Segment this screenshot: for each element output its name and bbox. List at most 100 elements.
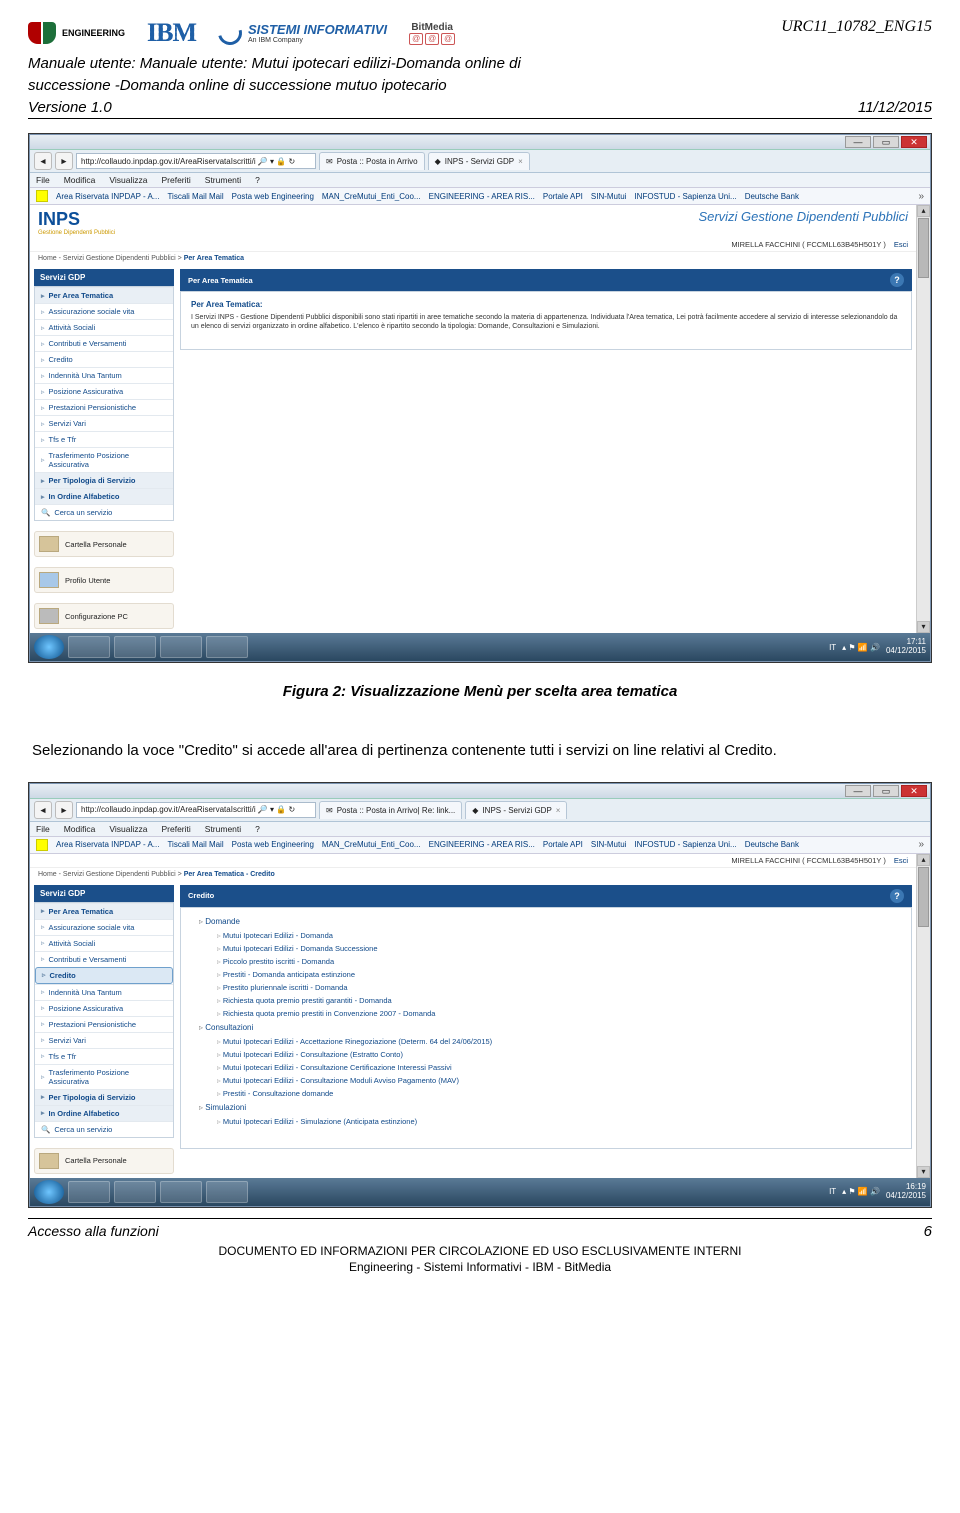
sidebar-item-tipologia[interactable]: ▸Per Tipologia di Servizio: [35, 472, 173, 488]
bookmark-link[interactable]: Area Riservata INPDAP - A...: [56, 840, 159, 849]
browser-tab[interactable]: ✉Posta :: Posta in Arrivo: [319, 152, 425, 170]
bookmark-link[interactable]: MAN_CreMutui_Enti_Coo...: [322, 840, 421, 849]
scroll-thumb[interactable]: [918, 867, 929, 927]
bookmark-link[interactable]: INFOSTUD - Sapienza Uni...: [634, 192, 736, 201]
menu-file[interactable]: File: [36, 824, 50, 834]
sidebar-item[interactable]: ▹Trasferimento Posizione Assicurativa: [35, 447, 173, 472]
tree-service-link[interactable]: Prestito pluriennale iscritti - Domanda: [199, 981, 901, 994]
scroll-thumb[interactable]: [918, 218, 929, 278]
tree-service-link[interactable]: Mutui Ipotecari Edilizi - Accettazione R…: [199, 1035, 901, 1048]
sidebar-item[interactable]: ▹Contributi e Versamenti: [35, 335, 173, 351]
taskbar-app[interactable]: [114, 636, 156, 658]
sidebar-item-area-tematica[interactable]: ▸Per Area Tematica: [35, 287, 173, 303]
tree-service-link[interactable]: Prestiti - Domanda anticipata estinzione: [199, 968, 901, 981]
sidebar-item[interactable]: ▹Attività Sociali: [35, 935, 173, 951]
taskbar-lang[interactable]: IT: [829, 1187, 836, 1196]
menu-preferiti[interactable]: Preferiti: [161, 824, 190, 834]
tree-service-link[interactable]: Mutui Ipotecari Edilizi - Domanda: [199, 929, 901, 942]
sidebar-item-credito[interactable]: ▹Credito: [35, 967, 173, 984]
tree-service-link[interactable]: Mutui Ipotecari Edilizi - Consultazione …: [199, 1074, 901, 1087]
tree-service-link[interactable]: Mutui Ipotecari Edilizi - Domanda Succes…: [199, 942, 901, 955]
menu-modifica[interactable]: Modifica: [64, 175, 96, 185]
menu-file[interactable]: File: [36, 175, 50, 185]
bookmarks-overflow-icon[interactable]: »: [918, 191, 924, 202]
minimize-button[interactable]: —: [845, 136, 871, 148]
tree-service-link[interactable]: Mutui Ipotecari Edilizi - Simulazione (A…: [199, 1115, 901, 1128]
logout-link[interactable]: Esci: [894, 856, 908, 865]
sidebar-item[interactable]: ▹Indennità Una Tantum: [35, 984, 173, 1000]
back-button[interactable]: ◄: [34, 152, 52, 170]
sidebar-search[interactable]: 🔍Cerca un servizio: [35, 504, 173, 520]
close-button[interactable]: ✕: [901, 136, 927, 148]
menu-visualizza[interactable]: Visualizza: [109, 824, 147, 834]
taskbar-app[interactable]: [114, 1181, 156, 1203]
taskbar-lang[interactable]: IT: [829, 643, 836, 652]
minimize-button[interactable]: —: [845, 785, 871, 797]
bookmark-link[interactable]: ENGINEERING - AREA RIS...: [429, 840, 535, 849]
browser-tab[interactable]: ✉Posta :: Posta in Arrivo| Re: link...: [319, 801, 462, 819]
scroll-down-icon[interactable]: ▾: [917, 621, 930, 633]
tree-service-link[interactable]: Prestiti - Consultazione domande: [199, 1087, 901, 1100]
tree-service-link[interactable]: Mutui Ipotecari Edilizi - Consultazione …: [199, 1061, 901, 1074]
vertical-scrollbar[interactable]: ▴ ▾: [916, 854, 930, 1178]
tree-category[interactable]: Domande: [199, 914, 901, 929]
sidebar-search[interactable]: 🔍Cerca un servizio: [35, 1121, 173, 1137]
bookmark-link[interactable]: Posta web Engineering: [232, 840, 314, 849]
taskbar-flag-icon[interactable]: ▴ ⚑ 📶 🔊: [842, 1187, 880, 1196]
start-button[interactable]: [34, 1180, 64, 1204]
help-icon[interactable]: ?: [890, 273, 904, 287]
bookmark-link[interactable]: Posta web Engineering: [232, 192, 314, 201]
forward-button[interactable]: ►: [55, 152, 73, 170]
menu-help[interactable]: ?: [255, 824, 260, 834]
bookmark-link[interactable]: ENGINEERING - AREA RIS...: [429, 192, 535, 201]
tree-category[interactable]: Simulazioni: [199, 1100, 901, 1115]
scroll-up-icon[interactable]: ▴: [917, 854, 930, 866]
sidebar-item-alfabetico[interactable]: ▸In Ordine Alfabetico: [35, 1105, 173, 1121]
tree-service-link[interactable]: Richiesta quota premio prestiti in Conve…: [199, 1007, 901, 1020]
tab-close-icon[interactable]: ×: [556, 806, 561, 815]
scroll-down-icon[interactable]: ▾: [917, 1166, 930, 1178]
taskbar-app[interactable]: [160, 636, 202, 658]
taskbar-app[interactable]: [206, 1181, 248, 1203]
vertical-scrollbar[interactable]: ▴ ▾: [916, 205, 930, 633]
sidebar-item[interactable]: ▹Tfs e Tfr: [35, 1048, 173, 1064]
tree-category[interactable]: Consultazioni: [199, 1020, 901, 1035]
sidebar-profilo[interactable]: Profilo Utente: [34, 567, 174, 593]
bookmark-link[interactable]: Deutsche Bank: [745, 840, 799, 849]
taskbar-app[interactable]: [68, 636, 110, 658]
scroll-up-icon[interactable]: ▴: [917, 205, 930, 217]
sidebar-item[interactable]: ▹Servizi Vari: [35, 415, 173, 431]
sidebar-item[interactable]: ▹Prestazioni Pensionistiche: [35, 399, 173, 415]
menu-visualizza[interactable]: Visualizza: [109, 175, 147, 185]
menu-preferiti[interactable]: Preferiti: [161, 175, 190, 185]
help-icon[interactable]: ?: [890, 889, 904, 903]
sidebar-item-tipologia[interactable]: ▸Per Tipologia di Servizio: [35, 1089, 173, 1105]
sidebar-item[interactable]: ▹Tfs e Tfr: [35, 431, 173, 447]
taskbar-app[interactable]: [206, 636, 248, 658]
sidebar-cartella[interactable]: Cartella Personale: [34, 1148, 174, 1174]
menu-modifica[interactable]: Modifica: [64, 824, 96, 834]
sidebar-item-area-tematica[interactable]: ▸Per Area Tematica: [35, 903, 173, 919]
back-button[interactable]: ◄: [34, 801, 52, 819]
sidebar-item[interactable]: ▹Attività Sociali: [35, 319, 173, 335]
bookmark-link[interactable]: MAN_CreMutui_Enti_Coo...: [322, 192, 421, 201]
logout-link[interactable]: Esci: [894, 240, 908, 249]
sidebar-item[interactable]: ▹Posizione Assicurativa: [35, 1000, 173, 1016]
start-button[interactable]: [34, 635, 64, 659]
tree-service-link[interactable]: Richiesta quota premio prestiti garantit…: [199, 994, 901, 1007]
tab-close-icon[interactable]: ×: [518, 157, 523, 166]
browser-tab[interactable]: ◆INPS - Servizi GDP×: [428, 152, 530, 170]
bookmark-link[interactable]: Tiscali Mail Mail: [167, 840, 223, 849]
bookmark-link[interactable]: Deutsche Bank: [745, 192, 799, 201]
taskbar-app[interactable]: [68, 1181, 110, 1203]
sidebar-item[interactable]: ▹Prestazioni Pensionistiche: [35, 1016, 173, 1032]
tree-service-link[interactable]: Piccolo prestito iscritti - Domanda: [199, 955, 901, 968]
sidebar-item[interactable]: ▹Assicurazione sociale vita: [35, 303, 173, 319]
sidebar-item[interactable]: ▹Indennità Una Tantum: [35, 367, 173, 383]
sidebar-item[interactable]: ▹Posizione Assicurativa: [35, 383, 173, 399]
bookmark-link[interactable]: SIN-Mutui: [591, 192, 627, 201]
menu-strumenti[interactable]: Strumenti: [205, 175, 241, 185]
tree-service-link[interactable]: Mutui Ipotecari Edilizi - Consultazione …: [199, 1048, 901, 1061]
sidebar-item[interactable]: ▹Assicurazione sociale vita: [35, 919, 173, 935]
bookmark-link[interactable]: Area Riservata INPDAP - A...: [56, 192, 159, 201]
